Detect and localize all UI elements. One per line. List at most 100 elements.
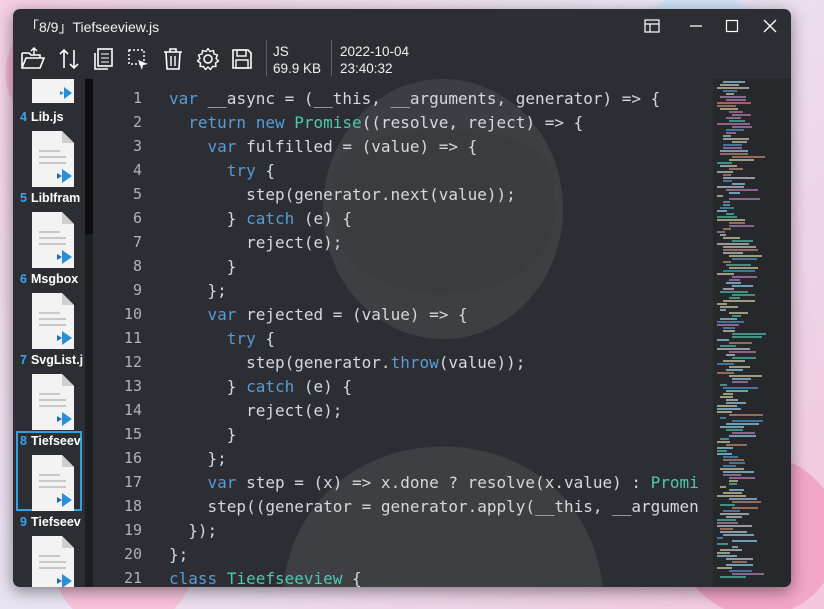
code-token: throw (390, 353, 439, 372)
minimap-line (726, 354, 735, 356)
minimap-line (717, 543, 728, 545)
minimap-line (720, 207, 734, 209)
minimap-line (729, 225, 754, 227)
sort-button[interactable] (54, 44, 84, 74)
save-button[interactable] (227, 44, 257, 74)
code-minimap[interactable] (713, 79, 791, 587)
line-number: 15 (123, 425, 142, 443)
line-number: 18 (123, 497, 142, 515)
minimap-line (717, 405, 737, 407)
settings-button[interactable] (193, 44, 223, 74)
minimap-line (726, 429, 743, 431)
minimap-line (729, 279, 740, 281)
minimap-line (723, 330, 735, 332)
list-item[interactable]: 5 LibIfram (16, 188, 82, 268)
sidebar-scrollbar[interactable] (85, 79, 93, 587)
minimap-line (726, 264, 751, 266)
minimap-line (723, 327, 735, 329)
minimap-line (726, 99, 746, 101)
code-line: var __async = (__this, __arguments, gene… (169, 89, 660, 108)
minimap-line (717, 408, 741, 410)
minimize-button[interactable] (683, 15, 709, 37)
code-token: }); (169, 521, 218, 540)
minimap-line (720, 417, 726, 419)
file-list-sidebar[interactable]: 4 Lib.js 5 LibIfram 6 Msgbox 7 SvgList.j 8 Tiefse… (13, 79, 93, 587)
code-token: } (169, 257, 237, 276)
minimap-line (726, 558, 753, 560)
minimap-line (723, 288, 734, 290)
code-token: }; (169, 449, 227, 468)
line-number: 14 (123, 401, 142, 419)
code-token: step(generator.next(value)); (169, 185, 516, 204)
minimap-line (723, 90, 737, 92)
code-token: (value)); (438, 353, 526, 372)
code-editor[interactable]: 1 2 3 4 5 6 7 8 9 10 11 12 13 14 15 16 17 18 19 20 21 var __… (93, 79, 713, 587)
line-number: 16 (123, 449, 142, 467)
copy-button[interactable] (88, 44, 118, 74)
layout-button[interactable] (639, 15, 665, 37)
file-name-label: 9 Tiefseev (20, 515, 84, 529)
list-item[interactable]: 7 SvgList.j (16, 350, 83, 430)
minimap-line (723, 228, 731, 230)
minimap-line (720, 291, 748, 293)
minimap-line (732, 156, 765, 158)
minimap-line (726, 423, 759, 425)
maximize-button[interactable] (719, 15, 745, 37)
minimap-line (723, 135, 731, 137)
line-number: 3 (132, 137, 142, 155)
minimap-line (723, 387, 758, 389)
minimap-line (723, 465, 736, 467)
minimap-line (723, 177, 755, 179)
viewer-window: 「8/9」Tiefseeview.js JS 69.9 KB 2022-10-0… (13, 9, 791, 587)
code-line: step(generator.throw(value)); (169, 353, 525, 372)
minimap-line (720, 486, 726, 488)
minimap-line (717, 555, 737, 557)
minimap-line (723, 300, 755, 302)
line-number: 19 (123, 521, 142, 539)
list-item[interactable]: 8 Tiefseev (16, 431, 82, 511)
minimap-line (732, 141, 747, 143)
file-index: 8 (20, 434, 27, 448)
code-token: class (169, 569, 218, 587)
code-line: reject(e); (169, 401, 342, 420)
minimap-line (732, 420, 763, 422)
minimap-line (723, 174, 731, 176)
minimap-line (732, 546, 738, 548)
file-name: Tiefseev (30, 515, 81, 529)
list-item[interactable]: 4 Lib.js (16, 107, 82, 187)
minimap-line (729, 120, 745, 122)
list-item[interactable]: 9 Tiefseev (16, 512, 82, 587)
minimap-line (729, 198, 760, 200)
file-name-label: 6 Msgbox (20, 272, 84, 286)
code-token: reject(e); (169, 401, 343, 420)
title-bar[interactable]: 「8/9」Tiefseeview.js (13, 9, 791, 43)
list-item[interactable]: 6 Msgbox (16, 269, 82, 349)
delete-icon (164, 48, 182, 70)
file-time: 23:40:32 (340, 61, 393, 76)
line-number: 1 (132, 89, 142, 107)
code-token: { (255, 329, 275, 348)
code-area[interactable]: var __async = (__this, __arguments, gene… (169, 79, 713, 587)
window-title: 「8/9」Tiefseeview.js (25, 19, 160, 35)
list-item[interactable] (16, 79, 82, 103)
minimap-line (717, 372, 734, 374)
close-button[interactable] (757, 15, 783, 37)
maximize-icon (725, 19, 739, 33)
code-line: return new Promise((resolve, reject) => … (169, 113, 583, 132)
vscode-file-icon (32, 131, 74, 187)
move-button[interactable] (123, 44, 153, 74)
minimap-line (717, 123, 750, 125)
minimap-line (717, 321, 744, 323)
scrollbar-thumb[interactable] (85, 79, 93, 234)
minimap-line (720, 504, 735, 506)
code-token: return (188, 113, 247, 132)
open-folder-button[interactable] (18, 44, 48, 74)
minimap-line (723, 204, 730, 206)
delete-button[interactable] (158, 44, 188, 74)
minimap-line (723, 510, 740, 512)
file-thumbnail (32, 455, 74, 516)
minimap-line (729, 498, 757, 500)
minimap-line (720, 576, 746, 578)
